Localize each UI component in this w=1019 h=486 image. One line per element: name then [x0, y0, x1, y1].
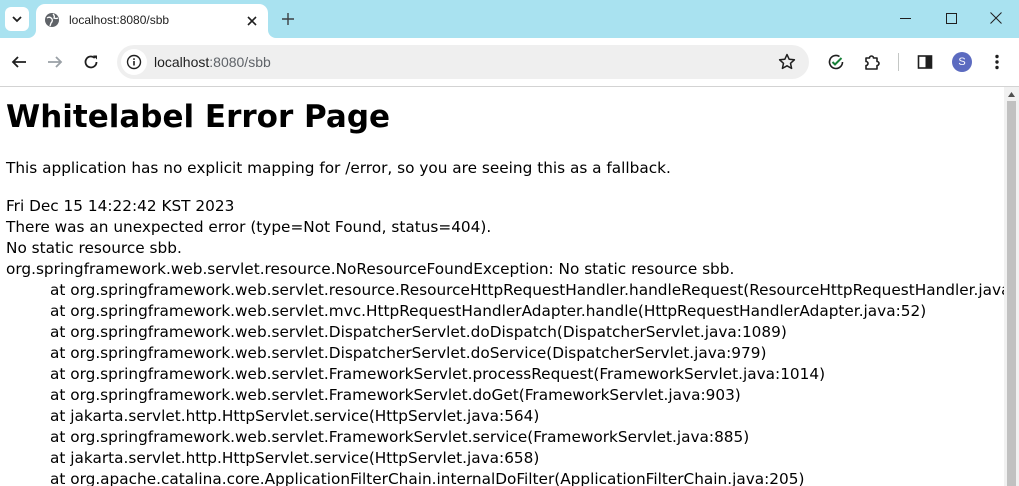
triangle-up-icon [1008, 91, 1015, 97]
url-text: localhost:8080/sbb [154, 54, 271, 70]
maximize-button[interactable] [928, 5, 974, 31]
site-info-button[interactable] [121, 49, 147, 75]
site-info-icon [126, 54, 142, 70]
tab-title: localhost:8080/sbb [69, 13, 170, 27]
extensions-button[interactable] [858, 48, 886, 76]
stack-trace-line: at jakarta.servlet.http.HttpServlet.serv… [50, 449, 540, 467]
profile-avatar[interactable]: S [952, 52, 972, 72]
forward-button[interactable] [41, 48, 69, 76]
error-details: Fri Dec 15 14:22:42 KST 2023 There was a… [6, 196, 1004, 486]
side-panel-button[interactable] [911, 48, 939, 76]
tab-close-button[interactable] [242, 11, 262, 31]
stack-trace-line: at org.springframework.web.servlet.mvc.H… [50, 302, 927, 320]
stack-trace-line: at org.springframework.web.servlet.Frame… [50, 386, 741, 404]
minimize-icon [899, 17, 911, 19]
error-timestamp: Fri Dec 15 14:22:42 KST 2023 [6, 197, 235, 215]
back-arrow-icon [11, 56, 26, 68]
close-icon [247, 16, 257, 26]
page-viewport: Whitelabel Error Page This application h… [0, 87, 1004, 486]
stack-trace-line: at org.springframework.web.servlet.Frame… [50, 365, 826, 383]
stack-trace-line: at jakarta.servlet.http.HttpServlet.serv… [50, 407, 540, 425]
side-panel-icon [917, 55, 933, 69]
intro-text: This application has no explicit mapping… [6, 159, 671, 177]
error-summary: There was an unexpected error (type=Not … [6, 218, 492, 236]
more-vert-icon [995, 54, 999, 70]
stack-trace-line: at org.springframework.web.servlet.Dispa… [50, 323, 787, 341]
page-title: Whitelabel Error Page [6, 99, 391, 135]
stack-trace-line: at org.springframework.web.servlet.resou… [50, 281, 1004, 299]
browser-toolbar: localhost:8080/sbb S [0, 38, 1019, 87]
extension-check-button[interactable] [822, 48, 850, 76]
tab-search-icon [12, 16, 22, 23]
active-tab[interactable]: localhost:8080/sbb [36, 4, 268, 38]
bookmark-button[interactable] [777, 52, 797, 72]
url-path: :8080/sbb [209, 54, 271, 70]
globe-icon [45, 13, 59, 27]
star-icon [778, 53, 796, 70]
reload-button[interactable] [77, 48, 105, 76]
stack-trace-line: at org.springframework.web.servlet.Frame… [50, 428, 750, 446]
menu-button[interactable] [983, 48, 1011, 76]
scroll-up-button[interactable] [1004, 87, 1019, 101]
tab-search-button[interactable] [5, 7, 29, 31]
back-button[interactable] [5, 48, 33, 76]
minimize-button[interactable] [882, 5, 928, 31]
maximize-icon [945, 12, 957, 24]
window-close-icon [990, 12, 1002, 24]
stack-trace-line: at org.springframework.web.servlet.Dispa… [50, 344, 767, 362]
url-host: localhost [154, 54, 210, 70]
exception-text: org.springframework.web.servlet.resource… [6, 260, 735, 278]
plus-icon [282, 13, 294, 25]
tab-strip: localhost:8080/sbb [0, 0, 1019, 38]
forward-arrow-icon [48, 56, 63, 68]
address-bar[interactable]: localhost:8080/sbb [117, 45, 809, 79]
toolbar-divider [898, 53, 899, 71]
reload-icon [84, 55, 98, 69]
scrollbar-thumb[interactable] [1007, 101, 1016, 486]
stack-trace-line: at org.apache.catalina.core.ApplicationF… [50, 470, 805, 486]
window-close-button[interactable] [973, 5, 1019, 31]
puzzle-icon [865, 55, 880, 70]
vertical-scrollbar[interactable] [1004, 87, 1019, 486]
new-tab-button[interactable] [278, 9, 298, 29]
error-message: No static resource sbb. [6, 239, 182, 257]
check-extension-icon [828, 54, 844, 70]
